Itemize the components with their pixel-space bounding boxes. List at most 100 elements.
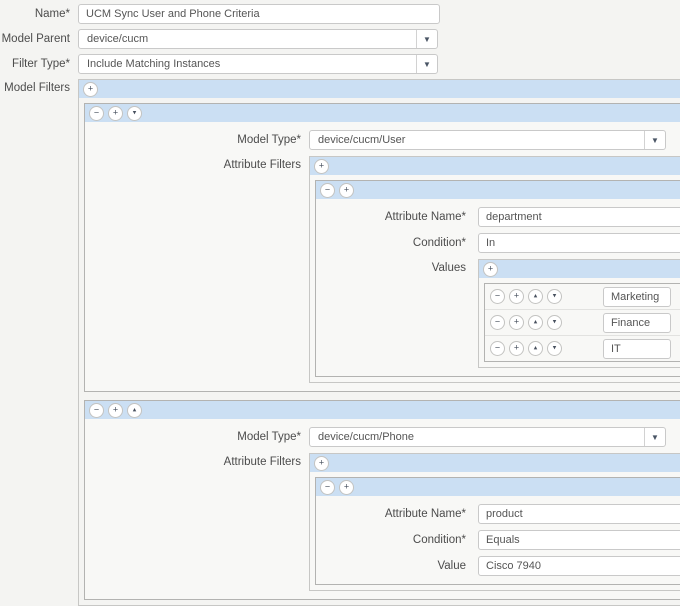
move-down-button[interactable]: ▾	[547, 289, 562, 304]
filter-criteria-form: Name* Model Parent device/cucm ▼ Filter …	[0, 0, 680, 606]
values-add-bar: +	[479, 260, 680, 278]
attribute-name-input[interactable]	[478, 504, 680, 524]
model-filter-item-body: Model Type* device/cucm/User ▼ Attribute…	[85, 122, 680, 391]
values-group: + − + ▴ ▾ Marketing − + ▴ ▾ Finance − + …	[478, 259, 680, 368]
add-item-button[interactable]: +	[108, 402, 123, 418]
value-row-marketing: − + ▴ ▾	[485, 284, 680, 310]
model-type-value: device/cucm/User	[318, 134, 406, 146]
model-parent-label: Model Parent	[1, 33, 70, 45]
model-type-label: Model Type*	[237, 134, 301, 146]
model-filters-row: Model Filters + − + ▾ Model Type* device…	[0, 79, 680, 606]
model-type-row: Model Type* device/cucm/User ▼	[85, 130, 680, 150]
model-type-label: Model Type*	[237, 431, 301, 443]
attribute-filters-add-bar: +	[310, 157, 680, 175]
condition-row: Condition*	[316, 233, 680, 253]
add-value-button[interactable]: +	[509, 289, 524, 304]
filter-type-row: Filter Type* Include Matching Instances …	[0, 54, 680, 74]
attribute-filters-row: Attribute Filters + − + Attribute Name* …	[85, 453, 680, 591]
add-attribute-filter-button[interactable]: +	[314, 455, 329, 471]
model-filter-item-phone: − + ▴ Model Type* device/cucm/Phone ▼ At…	[84, 400, 680, 600]
remove-value-button[interactable]: −	[490, 341, 505, 356]
attribute-filter-item: − + Attribute Name* Conditio	[315, 477, 680, 585]
attribute-filters-group: + − + Attribute Name*	[309, 453, 680, 591]
value-input[interactable]	[478, 556, 680, 576]
remove-item-button[interactable]: −	[89, 402, 104, 418]
filter-type-select[interactable]: Include Matching Instances ▼	[78, 54, 438, 74]
name-row: Name*	[0, 4, 680, 24]
attribute-name-input[interactable]	[478, 207, 680, 227]
name-input[interactable]	[78, 4, 440, 24]
value-row-it: − + ▴ ▾	[485, 336, 680, 361]
value-input[interactable]	[603, 312, 671, 333]
remove-value-button[interactable]: −	[490, 289, 505, 304]
model-parent-select[interactable]: device/cucm ▼	[78, 29, 438, 49]
value-input[interactable]	[603, 286, 671, 307]
attribute-name-label: Attribute Name*	[384, 508, 466, 520]
remove-value-button[interactable]: −	[490, 315, 505, 330]
chevron-down-icon: ▼	[416, 30, 437, 48]
move-up-button[interactable]: ▴	[528, 341, 543, 356]
model-type-row: Model Type* device/cucm/Phone ▼	[85, 427, 680, 447]
value-row-finance: − + ▴ ▾	[485, 310, 680, 336]
filter-type-value: Include Matching Instances	[87, 58, 221, 70]
values-label: Values	[431, 262, 466, 274]
move-down-button[interactable]: ▾	[127, 105, 142, 121]
model-parent-value: device/cucm	[87, 33, 149, 45]
remove-item-button[interactable]: −	[320, 182, 335, 198]
attribute-filter-toolbar: − +	[316, 478, 680, 496]
move-down-button[interactable]: ▾	[547, 341, 562, 356]
attribute-filter-item: − + Attribute Name* Conditio	[315, 180, 680, 377]
values-list-panel: − + ▴ ▾ −	[484, 283, 680, 362]
model-type-value: device/cucm/Phone	[318, 431, 414, 443]
remove-item-button[interactable]: −	[89, 105, 104, 121]
chevron-down-icon: ▼	[644, 131, 665, 149]
value-row: Value	[316, 556, 680, 576]
add-item-button[interactable]: +	[339, 479, 354, 495]
add-item-button[interactable]: +	[339, 182, 354, 198]
add-attribute-filter-button[interactable]: +	[314, 158, 329, 174]
add-value-button[interactable]: +	[509, 315, 524, 330]
condition-label: Condition*	[412, 237, 466, 249]
add-value-button[interactable]: +	[509, 341, 524, 356]
move-up-button[interactable]: ▴	[528, 315, 543, 330]
condition-label: Condition*	[412, 534, 466, 546]
model-parent-row: Model Parent device/cucm ▼	[0, 29, 680, 49]
attribute-filters-row: Attribute Filters + − + Attribute Name* …	[85, 156, 680, 383]
attribute-filters-group: + − + Attribute Name*	[309, 156, 680, 383]
attribute-filter-body: Attribute Name* Condition* Values	[316, 199, 680, 376]
attribute-filters-label: Attribute Filters	[223, 159, 301, 171]
attribute-filters-add-bar: +	[310, 454, 680, 472]
model-filters-label: Model Filters	[4, 82, 70, 94]
chevron-down-icon: ▼	[416, 55, 437, 73]
model-filter-item-toolbar: − + ▴	[85, 401, 680, 419]
values-row: Values + − + ▴ ▾ Marketing − + ▴ ▾ Finan…	[316, 259, 680, 368]
model-filter-item-user: − + ▾ Model Type* device/cucm/User ▼ Att…	[84, 103, 680, 392]
model-filter-item-toolbar: − + ▾	[85, 104, 680, 122]
value-input[interactable]	[603, 338, 671, 359]
condition-row: Condition*	[316, 530, 680, 550]
filter-type-label: Filter Type*	[12, 58, 70, 70]
condition-input[interactable]	[478, 233, 680, 253]
attribute-name-label: Attribute Name*	[384, 211, 466, 223]
model-type-select[interactable]: device/cucm/Phone ▼	[309, 427, 666, 447]
move-down-button[interactable]: ▾	[547, 315, 562, 330]
move-up-button[interactable]: ▴	[528, 289, 543, 304]
remove-item-button[interactable]: −	[320, 479, 335, 495]
add-model-filter-button[interactable]: +	[83, 81, 98, 97]
attribute-filter-body: Attribute Name* Condition* Value	[316, 496, 680, 584]
name-label: Name*	[34, 8, 70, 20]
value-label: Value	[437, 560, 466, 572]
add-item-button[interactable]: +	[108, 105, 123, 121]
model-filters-group: + − + ▾ Model Type* device/cucm/User ▼ A…	[78, 79, 680, 606]
attribute-name-row: Attribute Name*	[316, 207, 680, 227]
attribute-filters-label: Attribute Filters	[223, 456, 301, 468]
attribute-name-row: Attribute Name*	[316, 504, 680, 524]
move-up-button[interactable]: ▴	[127, 402, 142, 418]
model-filters-add-bar: +	[79, 80, 680, 98]
model-type-select[interactable]: device/cucm/User ▼	[309, 130, 666, 150]
model-filter-item-body: Model Type* device/cucm/Phone ▼ Attribut…	[85, 419, 680, 599]
chevron-down-icon: ▼	[644, 428, 665, 446]
add-value-button[interactable]: +	[483, 261, 498, 277]
condition-input[interactable]	[478, 530, 680, 550]
attribute-filter-toolbar: − +	[316, 181, 680, 199]
